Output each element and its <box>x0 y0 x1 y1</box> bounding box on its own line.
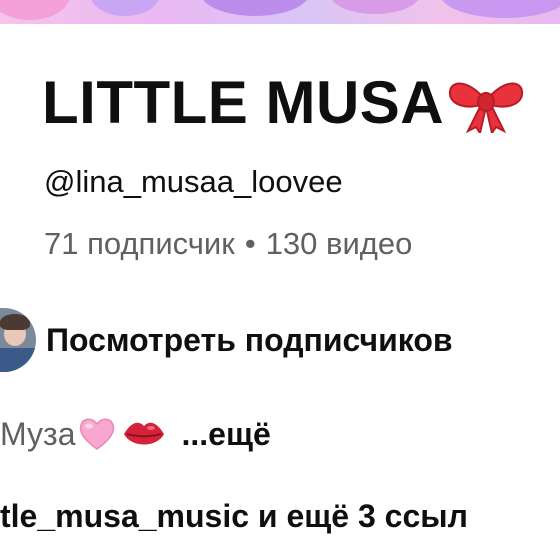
channel-description[interactable]: Муза ...ещё <box>0 414 271 454</box>
channel-links[interactable]: tle_musa_music и ещё 3 ссыл <box>0 498 468 535</box>
stats-separator: • <box>244 226 256 261</box>
channel-stats: 71 подписчик • 130 видео <box>44 226 412 262</box>
more-description-link[interactable]: ...ещё <box>181 416 270 453</box>
channel-title-row: LITTLE MUSA <box>42 68 526 137</box>
video-count: 130 видео <box>265 226 413 261</box>
view-subscribers-label: Посмотреть подписчиков <box>46 321 453 358</box>
subscriber-count: 71 подписчик <box>44 226 235 261</box>
description-text: Муза <box>0 415 76 452</box>
more-links-label[interactable]: и ещё 3 ссыл <box>249 498 468 534</box>
subscriber-avatar <box>0 308 36 372</box>
channel-link-primary[interactable]: tle_musa_music <box>0 498 249 534</box>
pink-heart-icon <box>80 418 115 450</box>
kiss-lips-icon <box>124 422 165 445</box>
channel-handle: @lina_musaa_loovee <box>44 164 343 199</box>
channel-title: LITTLE MUSA <box>42 69 445 136</box>
view-subscribers-button[interactable]: Посмотреть подписчиков <box>0 308 453 372</box>
channel-banner <box>0 0 560 24</box>
ribbon-bow-icon <box>449 82 524 133</box>
